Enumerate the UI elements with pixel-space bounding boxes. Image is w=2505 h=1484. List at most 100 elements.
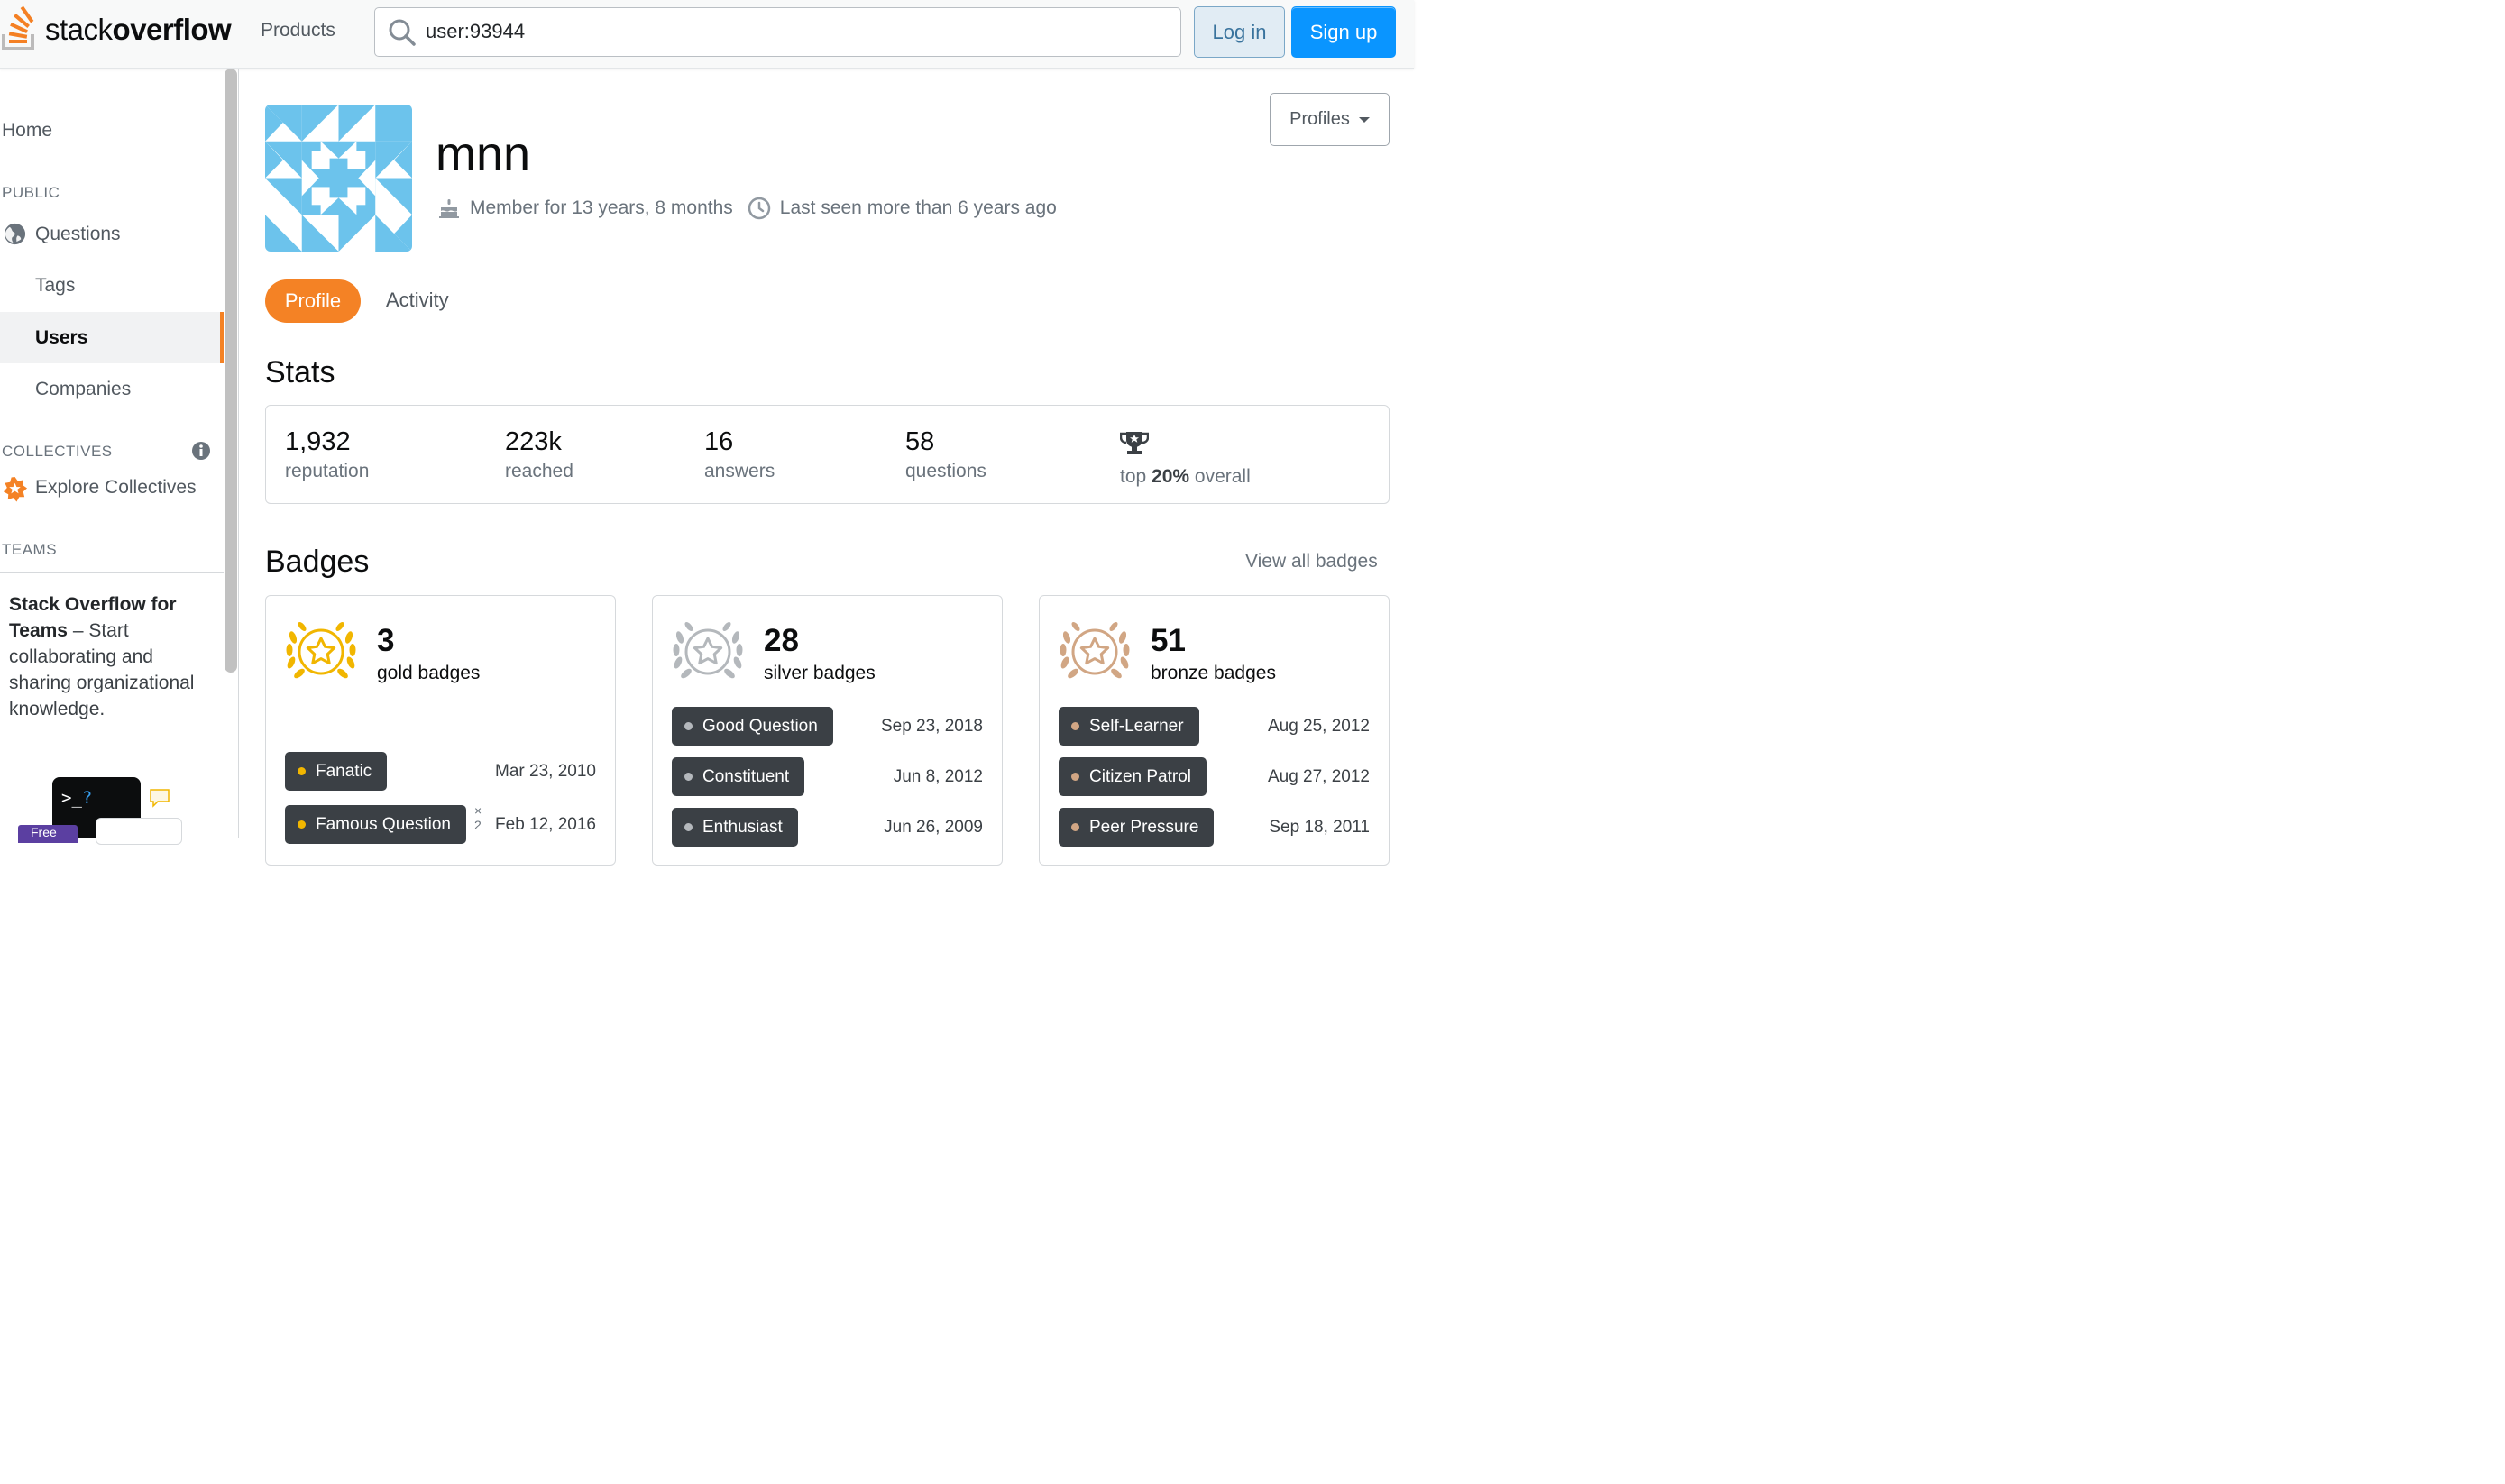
stat-reached: 223k reached	[505, 427, 573, 482]
badge-date: Feb 12, 2016	[495, 815, 596, 834]
stat-reputation: 1,932 reputation	[285, 427, 369, 482]
nav-home[interactable]: Home	[2, 120, 52, 142]
badge-date: Jun 26, 2009	[884, 818, 983, 837]
badge-row: Enthusiast Jun 26, 2009	[672, 808, 983, 847]
answers-label: answers	[704, 461, 775, 481]
profiles-dropdown-button[interactable]: Profiles	[1270, 93, 1390, 146]
badge-row: Citizen Patrol Aug 27, 2012	[1059, 757, 1370, 797]
badge-name: Citizen Patrol	[1089, 766, 1191, 786]
member-for-text: Member for 13 years, 8 months	[470, 197, 733, 218]
scrollbar-thumb[interactable]	[225, 69, 237, 673]
badge-pill-citizen-patrol[interactable]: Citizen Patrol	[1059, 757, 1207, 796]
silver-badge-label: silver badges	[764, 663, 876, 683]
nav-explore-collectives[interactable]: Explore Collectives	[35, 477, 197, 499]
gold-dot-icon	[298, 767, 306, 775]
bronze-badge-count: 51	[1151, 623, 1186, 658]
log-in-button[interactable]: Log in	[1194, 6, 1285, 58]
info-icon[interactable]	[191, 441, 211, 461]
last-seen-text: Last seen more than 6 years ago	[779, 197, 1057, 218]
nav-section-public: PUBLIC	[2, 184, 60, 201]
badge-row: Peer Pressure Sep 18, 2011	[1059, 808, 1370, 847]
silver-badges-card: 28 silver badges Good Question Sep 23, 2…	[652, 595, 1003, 866]
trophy-icon	[1119, 432, 1150, 454]
card-mockup	[96, 818, 182, 845]
stats-heading: Stats	[265, 355, 335, 389]
badge-row: Fanatic Mar 23, 2010	[285, 752, 596, 792]
member-since: Member for 13 years, 8 months	[437, 197, 733, 220]
identicon-image	[265, 105, 412, 252]
sign-up-button[interactable]: Sign up	[1291, 6, 1396, 58]
badge-row: Famous Question × 2 Feb 12, 2016	[285, 803, 596, 845]
user-avatar[interactable]	[265, 105, 412, 252]
badge-name: Good Question	[702, 716, 818, 736]
stat-questions: 58 questions	[905, 427, 986, 482]
badge-row: Self-Learner Aug 25, 2012	[1059, 707, 1370, 747]
badge-name: Famous Question	[316, 814, 451, 834]
silver-laurel-icon	[673, 622, 743, 679]
terminal-prompt-icon: >_?	[61, 788, 93, 808]
badge-date: Mar 23, 2010	[495, 762, 596, 781]
reputation-value: 1,932	[285, 427, 351, 456]
bronze-dot-icon	[1071, 773, 1079, 781]
gold-badges-card: 3 gold badges Fanatic Mar 23, 2010 Famou…	[265, 595, 616, 866]
nav-users[interactable]: Users	[0, 312, 224, 363]
nav-companies[interactable]: Companies	[35, 379, 131, 400]
logo-text: stackoverflow	[45, 13, 232, 46]
stats-box: 1,932 reputation 223k reached 16 answers…	[265, 405, 1390, 504]
search-box[interactable]	[374, 7, 1181, 57]
clock-icon	[748, 197, 771, 220]
gold-laurel-icon	[286, 622, 356, 679]
reputation-label: reputation	[285, 461, 370, 481]
badge-pill-fanatic[interactable]: Fanatic	[285, 752, 388, 791]
badge-row: Good Question Sep 23, 2018	[672, 707, 983, 747]
reached-label: reached	[505, 461, 573, 481]
products-menu[interactable]: Products	[261, 20, 335, 41]
cake-icon	[439, 199, 459, 218]
teams-divider	[0, 572, 224, 573]
nav-tags[interactable]: Tags	[35, 275, 75, 297]
badge-pill-self-learner[interactable]: Self-Learner	[1059, 707, 1199, 746]
answers-value: 16	[704, 427, 734, 456]
reached-value: 223k	[505, 427, 562, 456]
silver-dot-icon	[684, 773, 693, 781]
user-display-name: mnn	[436, 127, 531, 181]
bronze-dot-icon	[1071, 722, 1079, 730]
stackoverflow-logo[interactable]: stackoverflow	[0, 5, 232, 54]
bronze-badge-label: bronze badges	[1151, 663, 1276, 683]
view-all-badges-link[interactable]: View all badges	[1245, 551, 1378, 573]
badge-name: Peer Pressure	[1089, 817, 1199, 837]
sidebar-scrollbar[interactable]	[224, 69, 239, 673]
chat-bubble-icon	[150, 789, 170, 808]
silver-badge-count: 28	[764, 623, 799, 658]
free-badge: Free	[18, 825, 78, 843]
questions-value: 58	[905, 427, 935, 456]
globe-icon	[4, 223, 26, 245]
bronze-badges-card: 51 bronze badges Self-Learner Aug 25, 20…	[1039, 595, 1390, 866]
top-percent-label: top 20% overall	[1120, 466, 1251, 487]
badge-date: Sep 18, 2011	[1269, 818, 1370, 837]
silver-dot-icon	[684, 823, 693, 831]
badge-pill-good-question[interactable]: Good Question	[672, 707, 833, 746]
search-input[interactable]	[424, 18, 1163, 45]
badge-date: Aug 25, 2012	[1267, 717, 1370, 736]
badge-pill-peer-pressure[interactable]: Peer Pressure	[1059, 808, 1215, 847]
nav-section-collectives: COLLECTIVES	[2, 443, 113, 460]
stackoverflow-logo-icon	[2, 5, 34, 50]
badge-pill-enthusiast[interactable]: Enthusiast	[672, 808, 798, 847]
nav-users-label: Users	[35, 327, 88, 348]
badge-pill-constituent[interactable]: Constituent	[672, 757, 805, 796]
badge-multiplier: × 2	[474, 803, 482, 832]
badge-date: Jun 8, 2012	[893, 767, 983, 786]
tab-profile[interactable]: Profile	[265, 279, 361, 323]
badge-name: Enthusiast	[702, 817, 783, 837]
tab-activity[interactable]: Activity	[386, 289, 449, 312]
badge-pill-famous-question[interactable]: Famous Question	[285, 805, 466, 844]
nav-questions[interactable]: Questions	[35, 224, 121, 245]
gold-badge-label: gold badges	[377, 663, 481, 683]
top-bar: stackoverflow Products Log in Sign up	[0, 0, 1414, 69]
badge-date: Sep 23, 2018	[880, 717, 983, 736]
collectives-icon	[3, 476, 28, 502]
badge-row: Constituent Jun 8, 2012	[672, 757, 983, 797]
last-seen: Last seen more than 6 years ago	[748, 197, 1057, 220]
badge-name: Fanatic	[316, 761, 372, 781]
